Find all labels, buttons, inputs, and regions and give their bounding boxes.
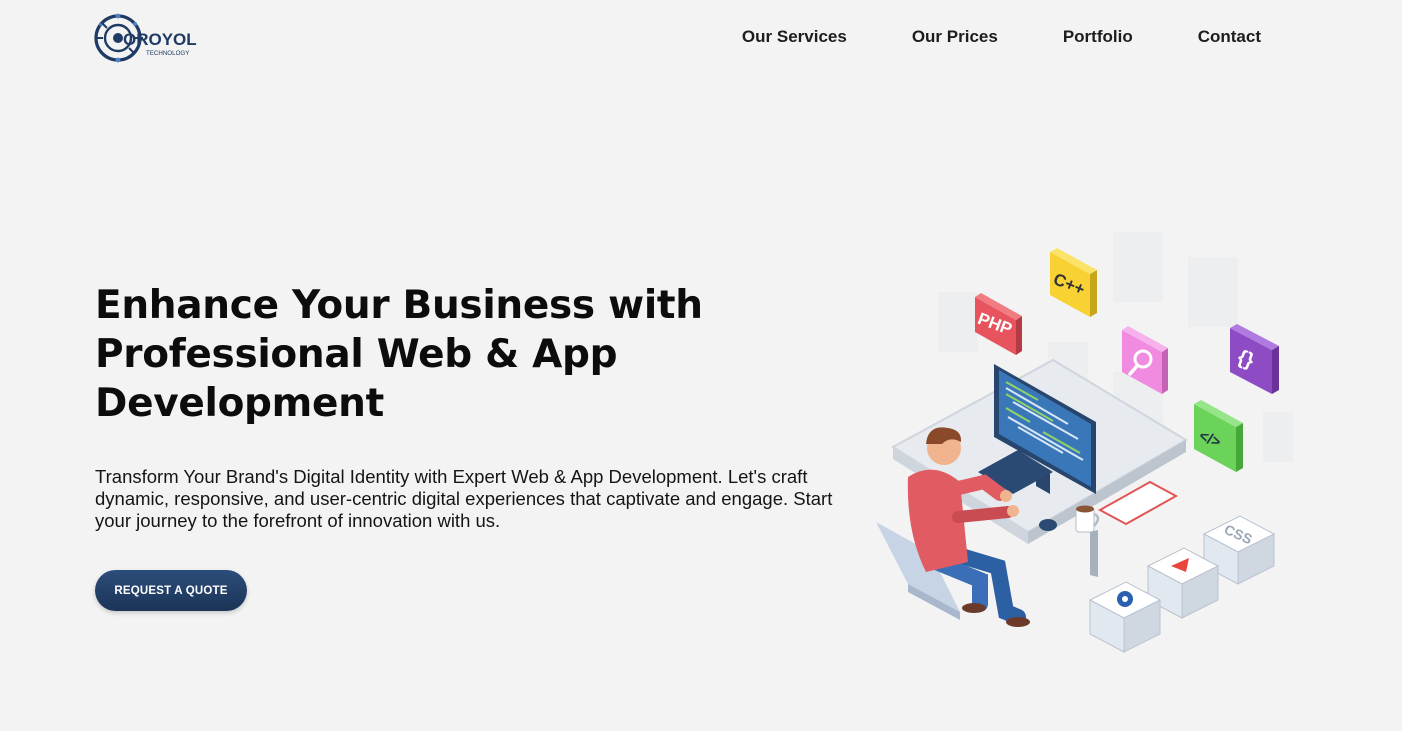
main-nav: Our Services Our Prices Portfolio Contac… — [742, 26, 1261, 48]
nav-contact[interactable]: Contact — [1198, 26, 1261, 48]
developer-illustration: PHP C++ {} </> CSS — [868, 232, 1298, 657]
hero-title: Enhance Your Business with Professional … — [95, 281, 775, 428]
php-icon: PHP — [975, 293, 1022, 355]
site-header: OROYOL TECHNOLOGY Our Services Our Price… — [0, 0, 1402, 76]
nav-portfolio[interactable]: Portfolio — [1063, 26, 1133, 48]
hero-title-line-1: Enhance Your Business with — [95, 283, 703, 328]
oroyol-logo-icon: OROYOL TECHNOLOGY — [94, 13, 197, 63]
brand-logo[interactable]: OROYOL TECHNOLOGY — [93, 12, 197, 64]
hero-title-line-3: Development — [95, 381, 384, 426]
brand-tagline-text: TECHNOLOGY — [146, 50, 189, 57]
hero-subtitle: Transform Your Brand's Digital Identity … — [95, 466, 833, 531]
cpp-icon: C++ — [1050, 248, 1097, 317]
coffee-mug-icon — [1075, 505, 1100, 533]
brand-name-text: OROYOL — [123, 30, 197, 49]
code-icon: </> — [1194, 400, 1243, 472]
hero-title-line-2: Professional Web & App — [95, 332, 618, 377]
nav-our-prices[interactable]: Our Prices — [912, 26, 998, 48]
nav-our-services[interactable]: Our Services — [742, 26, 847, 48]
request-quote-button[interactable]: REQUEST A QUOTE — [95, 570, 247, 611]
braces-icon: {} — [1230, 324, 1279, 394]
